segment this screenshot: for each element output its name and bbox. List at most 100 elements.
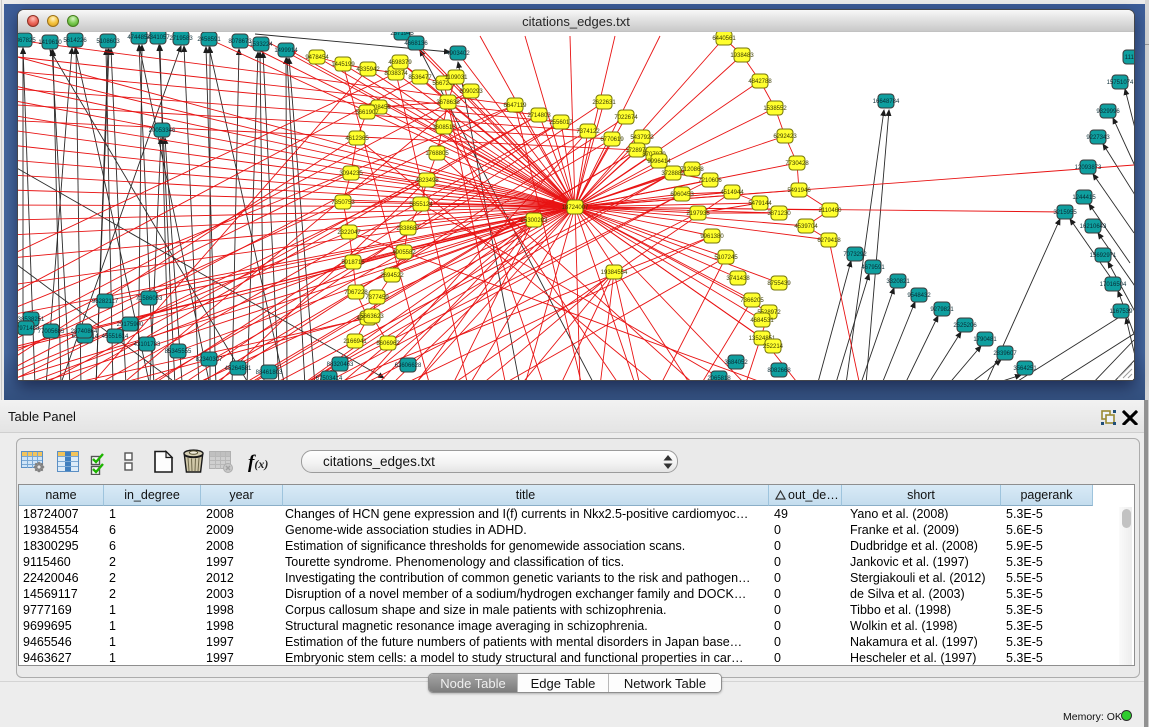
svg-text:8038374: 8038374	[384, 71, 408, 77]
svg-text:15751074: 15751074	[1107, 80, 1134, 86]
svg-text:4842788: 4842788	[748, 79, 772, 85]
svg-text:1938483: 1938483	[730, 53, 754, 59]
svg-text:3871230: 3871230	[767, 211, 791, 217]
svg-text:3320821: 3320821	[886, 279, 910, 285]
svg-text:6292423: 6292423	[773, 134, 797, 140]
svg-text:20053346: 20053346	[149, 128, 176, 134]
svg-text:1538552: 1538552	[763, 106, 787, 112]
svg-text:7374122: 7374122	[576, 129, 600, 135]
svg-text:63606628: 63606628	[395, 363, 422, 369]
svg-text:71586053: 71586053	[136, 296, 163, 302]
svg-text:85345555: 85345555	[165, 349, 192, 355]
svg-text:6647119: 6647119	[504, 103, 528, 109]
svg-text:5614226: 5614226	[63, 38, 87, 44]
svg-text:6960453: 6960453	[670, 192, 694, 198]
svg-text:4668136: 4668136	[404, 41, 428, 47]
svg-text:2556017: 2556017	[549, 120, 573, 126]
svg-text:2197935: 2197935	[686, 211, 710, 217]
svg-text:3741438: 3741438	[726, 276, 750, 282]
svg-text:3684052: 3684052	[724, 360, 748, 366]
svg-text:6770619: 6770619	[600, 137, 624, 143]
svg-text:252214: 252214	[763, 344, 784, 350]
svg-text:5108603: 5108603	[96, 39, 120, 45]
svg-text:2694522: 2694522	[380, 273, 404, 279]
svg-text:4539704: 4539704	[794, 224, 818, 230]
svg-text:4905582: 4905582	[392, 250, 416, 256]
svg-text:3678638: 3678638	[436, 100, 460, 106]
svg-text:8082668: 8082668	[767, 368, 791, 374]
svg-text:2322047: 2322047	[337, 230, 361, 236]
svg-text:7350753: 7350753	[331, 200, 355, 206]
svg-text:4698379: 4698379	[388, 60, 412, 66]
svg-text:5491946: 5491946	[787, 188, 811, 194]
svg-text:8606962: 8606962	[376, 341, 400, 347]
svg-text:9478454: 9478454	[305, 55, 329, 61]
svg-text:2338687: 2338687	[396, 226, 420, 232]
svg-text:7377459: 7377459	[365, 295, 389, 301]
svg-text:2714803: 2714803	[527, 113, 551, 119]
svg-text:7073292: 7073292	[843, 252, 867, 258]
svg-text:16648784: 16648784	[873, 99, 900, 105]
svg-text:3564251: 3564251	[1013, 366, 1037, 372]
svg-text:4684531: 4684531	[750, 318, 774, 324]
svg-text:9329996: 9329996	[1096, 109, 1120, 115]
svg-text:5663623: 5663623	[360, 314, 384, 320]
svg-text:17016504: 17016504	[1100, 282, 1127, 288]
svg-text:1768805: 1768805	[425, 151, 449, 157]
svg-text:67503414: 67503414	[316, 376, 343, 380]
svg-text:9961380: 9961380	[700, 234, 724, 240]
svg-text:6440561: 6440561	[712, 36, 736, 42]
svg-text:5437923: 5437923	[630, 135, 654, 141]
svg-text:5107245: 5107245	[714, 255, 738, 261]
svg-text:1244415: 1244415	[1072, 195, 1096, 201]
svg-text:9279821: 9279821	[930, 307, 954, 313]
svg-text:16210643: 16210643	[1080, 224, 1107, 230]
svg-text:2622631: 2622631	[592, 100, 616, 106]
svg-text:1419610: 1419610	[38, 40, 62, 46]
svg-text:4679591: 4679591	[861, 265, 885, 271]
svg-text:88320463: 88320463	[327, 362, 354, 368]
svg-text:1167539: 1167539	[1110, 309, 1134, 315]
svg-text:96282117: 96282117	[92, 299, 119, 305]
svg-text:5479144: 5479144	[748, 201, 772, 207]
svg-text:4335942: 4335942	[356, 67, 380, 73]
svg-text:4514944: 4514944	[720, 190, 744, 196]
svg-text:88461803: 88461803	[256, 370, 283, 376]
svg-text:8755439: 8755439	[767, 281, 791, 287]
svg-text:29175900: 29175900	[117, 322, 144, 328]
svg-text:25300203: 25300203	[521, 218, 548, 224]
svg-text:2458591: 2458591	[197, 37, 221, 43]
svg-text:18724007: 18724007	[562, 205, 589, 211]
svg-text:1117: 1117	[1125, 55, 1134, 61]
svg-text:5855124: 5855124	[409, 202, 433, 208]
svg-text:2719583: 2719583	[169, 36, 193, 42]
svg-text:2166941: 2166941	[343, 339, 367, 345]
svg-text:1445199: 1445199	[331, 62, 355, 68]
svg-text:2110460: 2110460	[819, 208, 843, 214]
svg-text:2065818: 2065818	[707, 376, 731, 380]
svg-text:8090293: 8090293	[459, 89, 483, 95]
svg-text:9227343: 9227343	[1086, 135, 1110, 141]
svg-text:3608513: 3608513	[432, 125, 456, 131]
svg-text:1499914: 1499914	[274, 48, 298, 54]
svg-text:1109031: 1109031	[445, 75, 469, 81]
svg-text:5918715: 5918715	[341, 260, 365, 266]
svg-text:3728882: 3728882	[661, 171, 685, 177]
svg-text:7366205: 7366205	[740, 298, 764, 304]
svg-text:2525206: 2525206	[953, 323, 977, 329]
svg-text:28740864: 28740864	[71, 329, 98, 335]
svg-text:12093873: 12093873	[1075, 165, 1102, 171]
svg-text:8536477: 8536477	[408, 75, 432, 81]
svg-text:9996414: 9996414	[647, 159, 671, 165]
svg-text:2839607: 2839607	[993, 351, 1017, 357]
svg-text:45551614: 45551614	[102, 334, 129, 340]
svg-text:9548432: 9548432	[907, 293, 931, 299]
svg-text:7022674: 7022674	[614, 115, 638, 121]
svg-text:5661907: 5661907	[355, 110, 379, 116]
svg-text:4903402: 4903402	[446, 51, 470, 57]
svg-text:3341057: 3341057	[146, 35, 170, 41]
svg-text:7730428: 7730428	[785, 161, 809, 167]
svg-text:4823498: 4823498	[415, 178, 439, 184]
svg-text:15692971: 15692971	[1090, 253, 1117, 259]
svg-text:4612365: 4612365	[345, 136, 369, 142]
